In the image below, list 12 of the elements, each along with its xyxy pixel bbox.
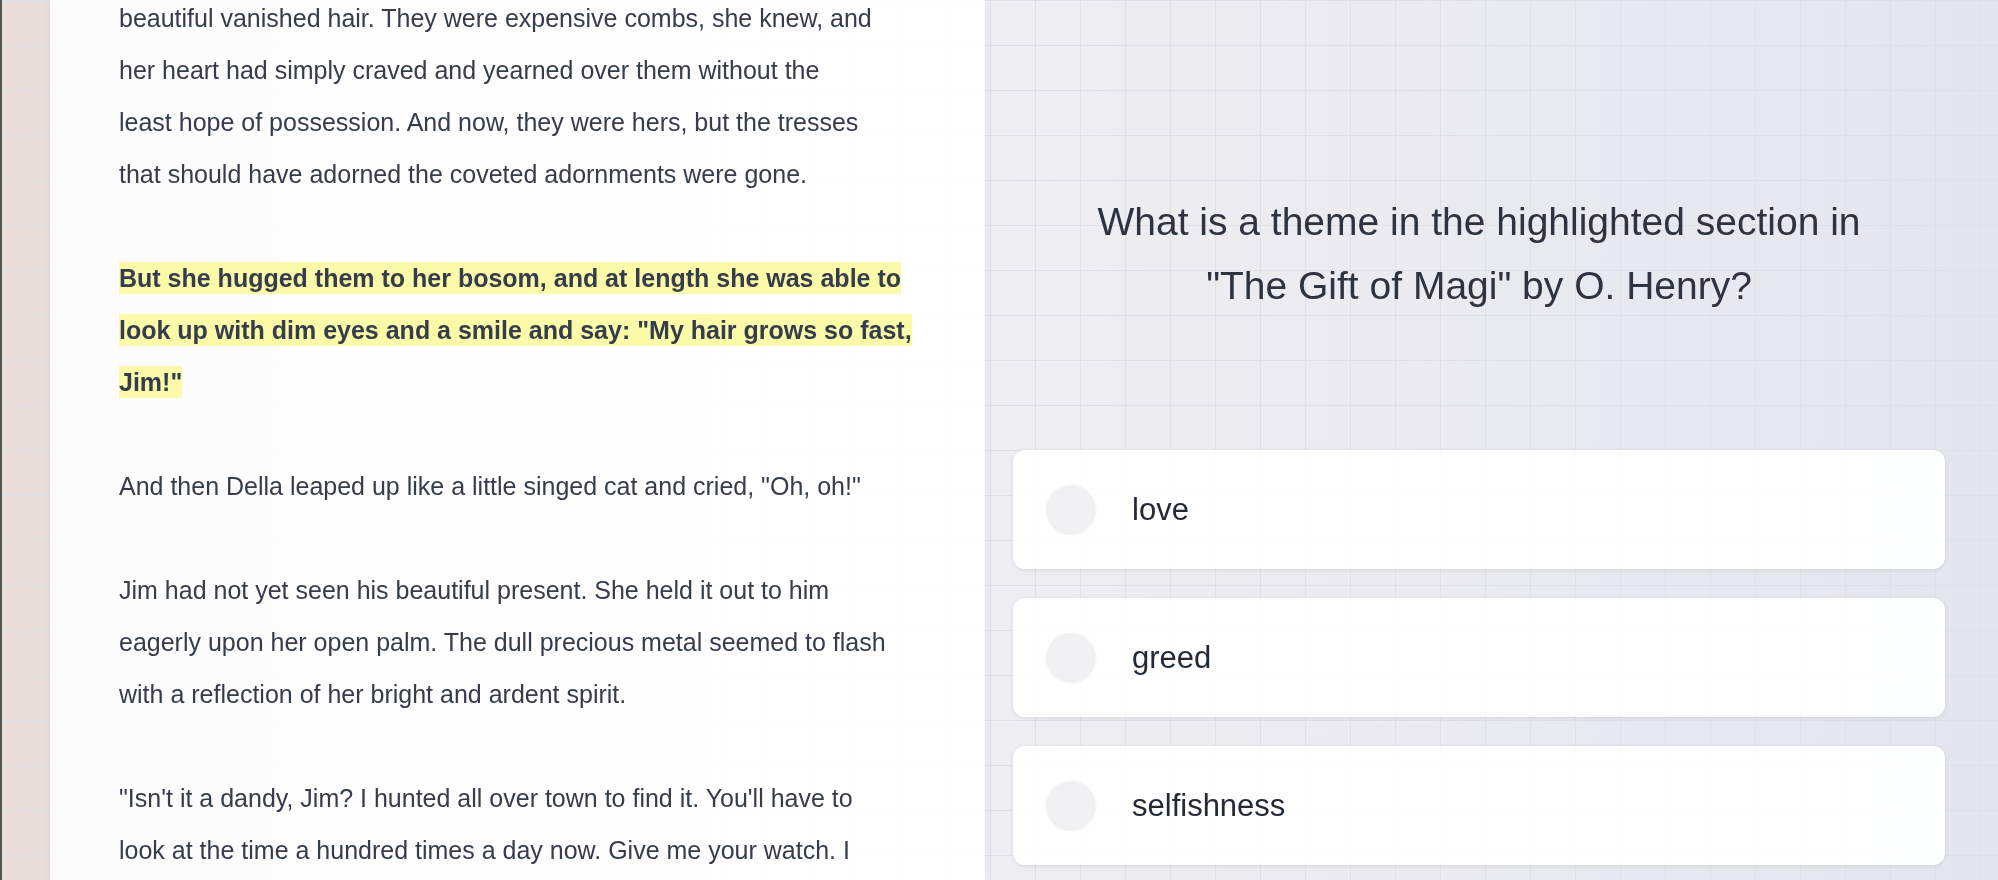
question-text: What is a theme in the highlighted section in "The Gift of Magi" by O. Henry?: [1096, 199, 1862, 309]
answer-option[interactable]: selfishness: [1013, 746, 1945, 865]
paragraph: And then Della leaped up like a little singed cat and cried, "Oh, oh!": [119, 471, 862, 502]
option-label: love: [1132, 491, 1189, 528]
paragraph: beautiful vanished hair. They were expensive combs, she knew, and her heart had simply craved and yearned over them without the least hope of possession. And now, they were hers, but the tresses that should have adorned the coveted adornments were gone.: [119, 3, 873, 190]
answer-option[interactable]: greed: [1013, 598, 1945, 717]
paragraph: Jim had not yet seen his beautiful present. She held it out to him eagerly upon her open palm. The dull precious metal seemed to flash with a reflection of her bright and ardent spirit.: [119, 575, 887, 710]
option-label: selfishness: [1132, 787, 1286, 824]
option-label: greed: [1132, 639, 1212, 676]
paragraph: "Isn't it a dandy, Jim? I hunted all over town to find it. You'll have to look at the time a hundred times a day now. Give me your watch. I: [119, 783, 854, 866]
answer-option[interactable]: love: [1013, 450, 1945, 569]
paragraph: But she hugged them to her bosom, and at length she was able to look up with dim eyes and a smile and say: "My hair grows so fast, Jim!": [119, 261, 913, 400]
